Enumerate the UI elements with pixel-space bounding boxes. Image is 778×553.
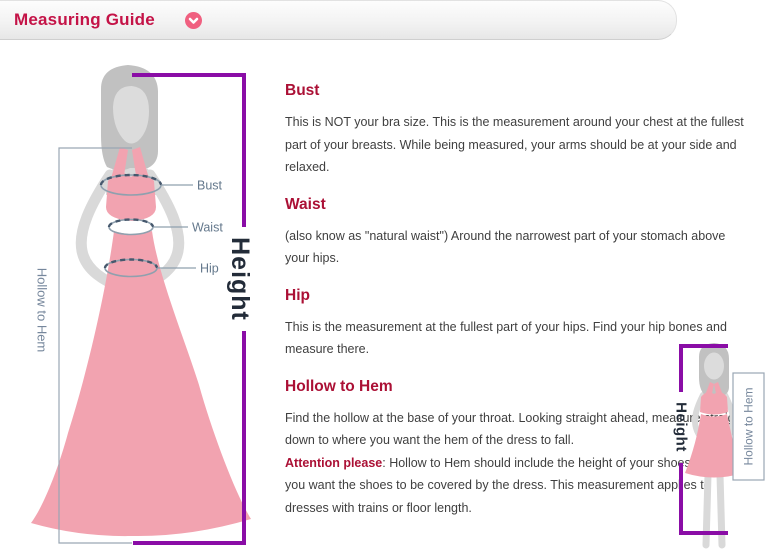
bust-callout-label: Bust xyxy=(197,179,223,193)
page-title: Measuring Guide xyxy=(14,10,155,30)
hip-callout-label: Hip xyxy=(200,262,219,276)
section-bust: Bust This is NOT your bra size. This is … xyxy=(285,82,747,179)
attention-label: Attention please xyxy=(285,456,382,470)
small-face-shape xyxy=(704,353,724,380)
section-text-waist: (also know as "natural waist") Around th… xyxy=(285,225,747,270)
section-waist: Waist (also know as "natural waist") Aro… xyxy=(285,196,747,270)
small-hollow-to-hem-vertical-label: Hollow to Hem xyxy=(742,387,756,465)
hollow-height-small-diagram: Hollow to Hem Height xyxy=(655,335,778,553)
section-heading-bust: Bust xyxy=(285,82,747,100)
woman-figure xyxy=(31,65,251,536)
section-heading-waist: Waist xyxy=(285,196,747,214)
dress-shape xyxy=(31,147,251,536)
height-vertical-label: Height xyxy=(226,237,254,321)
small-hollow-to-hem-box: Hollow to Hem xyxy=(733,373,764,480)
measuring-diagram: Bust Waist Hip Hollow to Hem Height xyxy=(10,55,270,553)
hollow-to-hem-vertical-label: Hollow to Hem xyxy=(35,268,50,353)
small-height-vertical-label: Height xyxy=(673,402,690,452)
chevron-down-icon[interactable] xyxy=(185,12,202,29)
header-bar: Measuring Guide xyxy=(0,0,677,40)
waist-ellipse xyxy=(109,220,153,235)
waist-callout-label: Waist xyxy=(192,221,223,235)
section-text-bust: This is NOT your bra size. This is the m… xyxy=(285,111,747,179)
section-heading-hip: Hip xyxy=(285,287,747,305)
